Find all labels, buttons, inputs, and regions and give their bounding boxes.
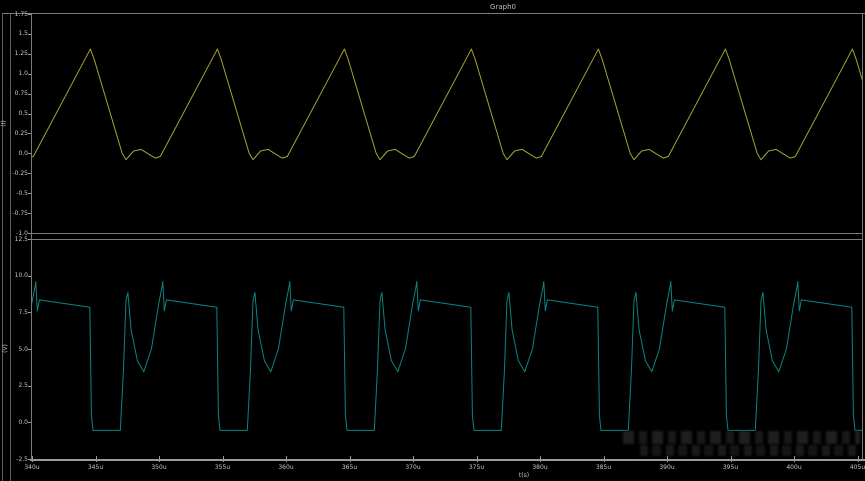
y-tick-mark — [28, 153, 31, 154]
y-tick-label: 0.0 — [18, 150, 28, 157]
y-tick-label: 12.5 — [15, 236, 28, 243]
x-tick-label: 395u — [723, 464, 738, 471]
x-tick-label: 375u — [469, 464, 484, 471]
y-tick-mark — [28, 312, 31, 313]
x-tick-mark — [413, 456, 414, 462]
x-tick-label: 350u — [151, 464, 166, 471]
y-tick-mark — [28, 34, 31, 35]
x-tick-label: 360u — [278, 464, 293, 471]
y-tick-label: -0.75 — [12, 210, 28, 217]
x-tick-mark — [159, 456, 160, 462]
y-tick-mark — [28, 239, 31, 240]
x-tick-mark — [858, 456, 859, 462]
x-tick-label: 400u — [786, 464, 801, 471]
y-tick-mark — [28, 114, 31, 115]
tick-layer: 1.75 1.5 1.25 1.0 0.75 0.5 0.25 0.0 -0.25 -0.5 -0.… — [0, 0, 865, 481]
x-tick-mark — [96, 456, 97, 462]
y-tick-mark — [28, 349, 31, 350]
x-tick-label: 385u — [596, 464, 611, 471]
x-tick-mark — [286, 456, 287, 462]
y-tick-label: 0.25 — [15, 130, 28, 137]
x-tick-mark — [350, 456, 351, 462]
x-tick-mark — [667, 456, 668, 462]
x-tick-mark — [223, 456, 224, 462]
x-tick-label: 340u — [24, 464, 39, 471]
x-tick-mark — [477, 456, 478, 462]
x-tick-label: 390u — [659, 464, 674, 471]
y-tick-mark — [28, 74, 31, 75]
y-tick-label: -2.5 — [16, 456, 28, 463]
x-tick-mark — [794, 456, 795, 462]
y-tick-label: 1.0 — [18, 70, 28, 77]
y-tick-label: 5.0 — [18, 346, 28, 353]
y-tick-mark — [28, 133, 31, 134]
y-tick-mark — [28, 193, 31, 194]
x-tick-label: 345u — [88, 464, 103, 471]
x-tick-mark — [540, 456, 541, 462]
x-tick-label: 355u — [215, 464, 230, 471]
y-tick-label: 1.75 — [15, 11, 28, 18]
y-tick-label: 0.75 — [15, 90, 28, 97]
x-tick-label: 365u — [342, 464, 357, 471]
y-tick-label: 0.0 — [18, 419, 28, 426]
y-tick-mark — [28, 14, 31, 15]
x-tick-mark — [32, 456, 33, 462]
y-tick-mark — [28, 233, 31, 234]
y-tick-label: 2.5 — [18, 382, 28, 389]
x-tick-mark — [731, 456, 732, 462]
y-tick-mark — [28, 276, 31, 277]
graph-window: Graph0 (I) (V) t(s) 1.751.51.251.00.750.… — [0, 0, 865, 481]
y-tick-label: 0.5 — [18, 110, 28, 117]
x-tick-label: 405u — [850, 464, 865, 471]
y-tick-label: -0.25 — [12, 170, 28, 177]
y-tick-mark — [28, 422, 31, 423]
x-tick-mark — [604, 456, 605, 462]
y-tick-mark — [28, 386, 31, 387]
y-tick-label: 7.5 — [18, 309, 28, 316]
y-tick-label: 1.5 — [18, 30, 28, 37]
y-tick-mark — [28, 213, 31, 214]
y-tick-label: 1.25 — [15, 50, 28, 57]
y-tick-mark — [28, 54, 31, 55]
y-tick-mark — [28, 459, 31, 460]
y-tick-mark — [28, 173, 31, 174]
y-tick-label: -0.5 — [16, 190, 28, 197]
x-tick-label: 380u — [532, 464, 547, 471]
x-tick-label: 370u — [405, 464, 420, 471]
y-tick-label: 10.0 — [15, 272, 28, 279]
y-tick-mark — [28, 94, 31, 95]
